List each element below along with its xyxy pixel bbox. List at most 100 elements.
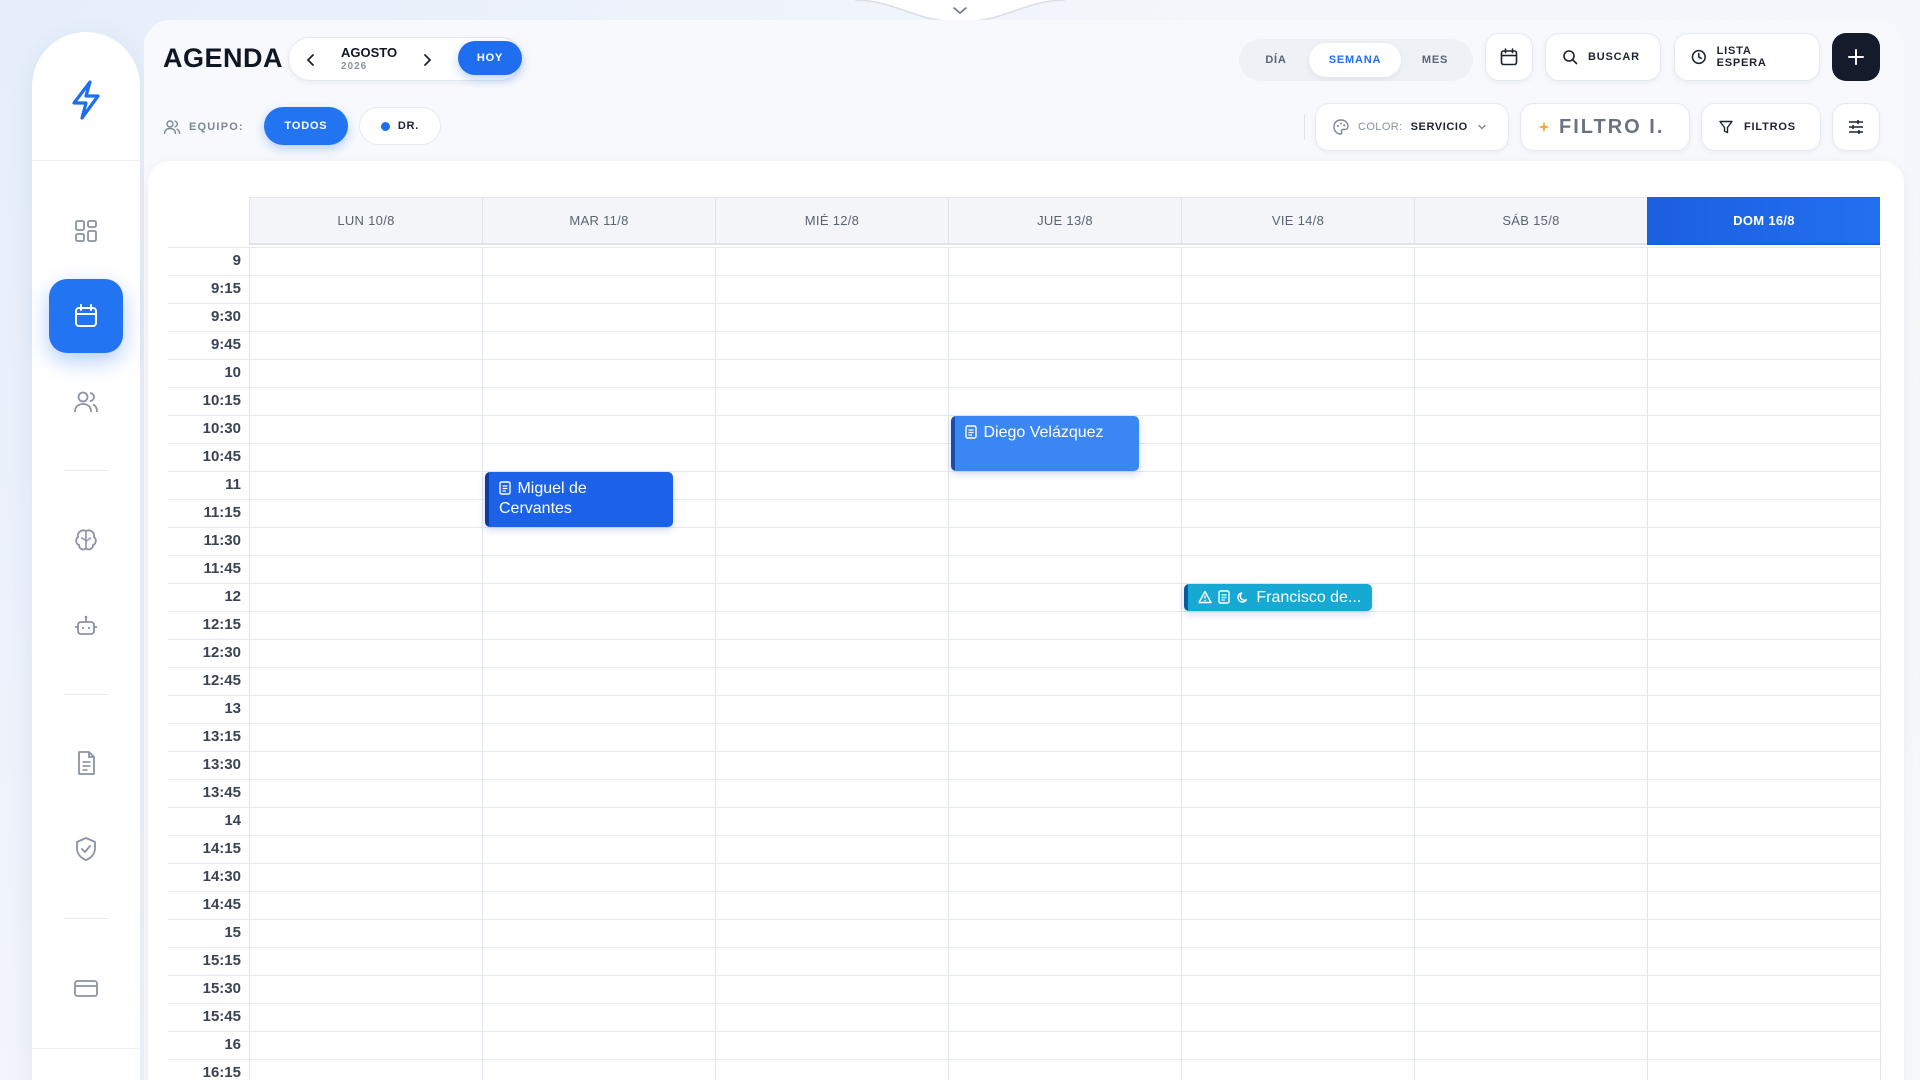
document-icon [1218,590,1231,604]
settings-sliders-button[interactable] [1832,103,1880,151]
day-header-3[interactable]: MIÉ 12/8 [715,197,948,245]
time-slot-line [168,555,1882,556]
filters-label: FILTROS [1744,121,1796,133]
day-header-4[interactable]: JUE 13/8 [948,197,1181,245]
waitlist-button[interactable]: LISTA ESPERA [1674,33,1820,81]
day-column-line [482,247,483,1080]
time-label: 12:45 [202,672,241,689]
chevron-right-icon[interactable] [417,50,437,70]
appointment-title: Diego Velázquez [983,424,1104,441]
moon-icon [1237,592,1248,603]
warning-icon [1198,590,1212,604]
document-icon [78,751,95,775]
robot-icon [75,615,97,635]
time-slot-line [168,723,1882,724]
tab-month[interactable]: MES [1401,43,1469,77]
time-label: 16:15 [202,1064,241,1080]
time-slot-line [168,583,1882,584]
time-slot-line [168,947,1882,948]
team-label: EQUIPO: [163,110,244,144]
time-slot-line [168,499,1882,500]
day-column-line [715,247,716,1080]
time-label: 9:45 [210,336,241,353]
appointment-event[interactable]: Diego Velázquez [951,416,1139,471]
team-member-label: DR. [397,120,420,132]
credit-card-icon [74,980,98,997]
sidebar [32,32,140,1080]
day-header-2[interactable]: MAR 11/8 [482,197,715,245]
color-by-label: COLOR: [1358,121,1403,133]
time-slot-line [168,247,1882,248]
time-label: 10 [224,364,241,381]
time-slot-line [168,1031,1882,1032]
time-slot-line [168,359,1882,360]
day-column-line [1647,247,1648,1080]
time-label: 12 [224,588,241,605]
sidebar-item-ai[interactable] [49,503,123,577]
tab-week[interactable]: SEMANA [1309,43,1401,77]
time-slot-line [168,527,1882,528]
time-slot-line [168,919,1882,920]
sidebar-item-patients[interactable] [49,365,123,439]
tab-day[interactable]: DÍA [1243,43,1309,77]
time-label: 10:15 [202,392,241,409]
time-slot-line [168,891,1882,892]
filters-button[interactable]: FILTROS [1701,103,1821,151]
smart-filter-label: FILTRO I. [1559,115,1665,138]
team-filter-all[interactable]: TODOS [264,107,348,145]
day-column-line [249,247,250,1080]
color-by-select[interactable]: COLOR: SERVICIO [1315,103,1509,151]
plus-icon [1848,49,1864,65]
time-slot-line [168,387,1882,388]
appointment-event[interactable]: Miguel de Cervantes [485,472,673,527]
chevron-down-icon [1478,124,1486,130]
time-slot-line [168,331,1882,332]
logo-bolt-icon[interactable] [62,76,110,124]
sidebar-item-dashboard[interactable] [49,194,123,268]
sidebar-item-billing[interactable] [49,951,123,1025]
day-header-1[interactable]: LUN 10/8 [249,197,482,245]
time-label: 13:15 [202,728,241,745]
sidebar-item-documents[interactable] [49,726,123,800]
day-header-6[interactable]: SÁB 15/8 [1414,197,1647,245]
time-label: 9 [232,252,241,269]
search-button[interactable]: BUSCAR [1545,33,1661,81]
chevron-left-icon[interactable] [301,50,321,70]
time-label: 9:15 [210,280,241,297]
day-column-line [1181,247,1182,1080]
appointment-event[interactable]: Francisco de... [1184,584,1372,611]
time-slot-line [168,303,1882,304]
time-label: 14:30 [202,868,241,885]
current-year: 2026 [341,61,368,72]
day-column-line [1880,247,1881,1080]
time-label: 12:15 [202,616,241,633]
time-label: 15:30 [202,980,241,997]
smart-filter-button[interactable]: FILTRO I. [1520,103,1690,151]
date-picker-button[interactable] [1485,33,1533,81]
day-column-line [1414,247,1415,1080]
clock-icon [1691,49,1706,65]
time-label: 11 [225,476,241,493]
add-appointment-button[interactable] [1832,33,1880,81]
sidebar-item-security[interactable] [49,812,123,886]
time-label: 13:30 [202,756,241,773]
funnel-icon [1719,120,1733,134]
time-label: 9:30 [210,308,241,325]
team-label-text: EQUIPO: [189,121,244,133]
view-switcher: DÍA SEMANA MES [1239,39,1473,81]
time-slot-line [168,695,1882,696]
appointment-title: Miguel de Cervantes [499,480,587,517]
time-label: 14:45 [202,896,241,913]
sidebar-item-bot[interactable] [49,589,123,663]
today-button[interactable]: HOY [458,41,522,75]
day-header-5[interactable]: VIE 14/8 [1181,197,1414,245]
appointment-title: Francisco de... [1256,589,1362,606]
users-icon [74,391,98,413]
team-filter-member[interactable]: DR. [359,107,441,145]
sidebar-item-agenda[interactable] [49,279,123,353]
search-icon [1563,50,1578,65]
time-label: 15:15 [202,952,241,969]
main-panel: AGENDA AGOSTO 2026 HOY DÍA SEMANA MES BU… [144,20,1904,1080]
day-header-7[interactable]: DOM 16/8 [1647,197,1880,245]
palette-icon [1333,119,1349,135]
